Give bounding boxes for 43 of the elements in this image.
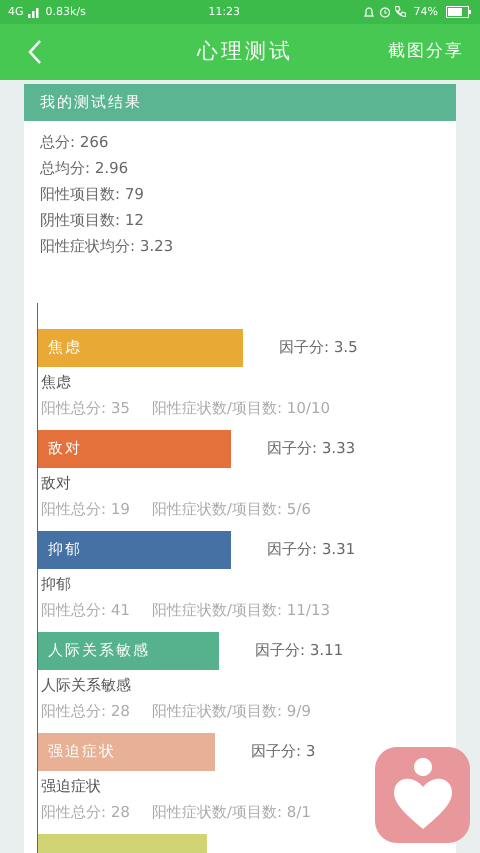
bell-icon <box>362 6 375 18</box>
card-header: 我的测试结果 <box>24 84 456 120</box>
factor-score: 因子分: 3 <box>251 741 316 762</box>
heart-app-button[interactable] <box>375 747 470 843</box>
positive-ratio: 阳性症状数/项目数: 11/13 <box>152 601 330 619</box>
battery-icon <box>446 6 472 18</box>
positive-ratio: 阳性症状数/项目数: 9/9 <box>152 702 311 720</box>
bar-label: 抑郁 <box>48 539 82 560</box>
network-label: 4G <box>8 4 24 20</box>
alarm-icon <box>378 6 391 18</box>
factor-name: 敌对 <box>40 472 72 494</box>
bar-label: 人际关系敏感 <box>48 640 150 662</box>
bar-label: 敌对 <box>48 438 82 460</box>
time-text: 11:23 <box>208 4 240 18</box>
factor-name: 抑郁 <box>40 574 72 594</box>
factor-score: 因子分: 3.5 <box>279 337 358 358</box>
positive-total: 阳性总分: 28 <box>41 803 130 821</box>
factor-score: 因子分: 3.33 <box>267 438 356 460</box>
factor-name: 强迫症状 <box>40 776 102 796</box>
stat-text: 阳性项目数: 79 <box>40 184 145 204</box>
speed-text: 0.83k/s <box>46 4 86 20</box>
positive-ratio: 阳性症状数/项目数: 10/10 <box>152 399 330 417</box>
factor-score: 因子分: 3.11 <box>255 640 344 662</box>
bar-label: 强迫症状 <box>48 741 116 762</box>
bar-label: 焦虑 <box>48 337 82 358</box>
back-button[interactable] <box>28 39 42 65</box>
stat-text: 总均分: 2.96 <box>40 158 130 178</box>
stat-text: 总分: 266 <box>40 132 110 152</box>
factor-score: 因子分: 3.31 <box>267 539 356 560</box>
factor-name: 焦虑 <box>40 372 72 392</box>
share-screenshot-button[interactable]: 截图分享 <box>388 39 464 65</box>
positive-total: 阳性总分: 19 <box>41 500 130 518</box>
battery-percent: 74% <box>414 4 438 20</box>
factor-name: 人际关系敏感 <box>40 674 132 696</box>
page-title: 心理测试 <box>196 38 294 66</box>
stat-text: 阴性项目数: 12 <box>40 210 145 230</box>
stat-text: 阳性症状均分: 3.23 <box>40 236 174 256</box>
positive-ratio: 阳性症状数/项目数: 5/6 <box>152 500 311 518</box>
positive-total: 阳性总分: 28 <box>41 702 130 720</box>
positive-total: 阳性总分: 41 <box>41 601 130 619</box>
phone-icon <box>394 6 406 17</box>
positive-ratio: 阳性症状数/项目数: 8/1 <box>152 803 311 821</box>
positive-total: 阳性总分: 35 <box>41 399 130 417</box>
